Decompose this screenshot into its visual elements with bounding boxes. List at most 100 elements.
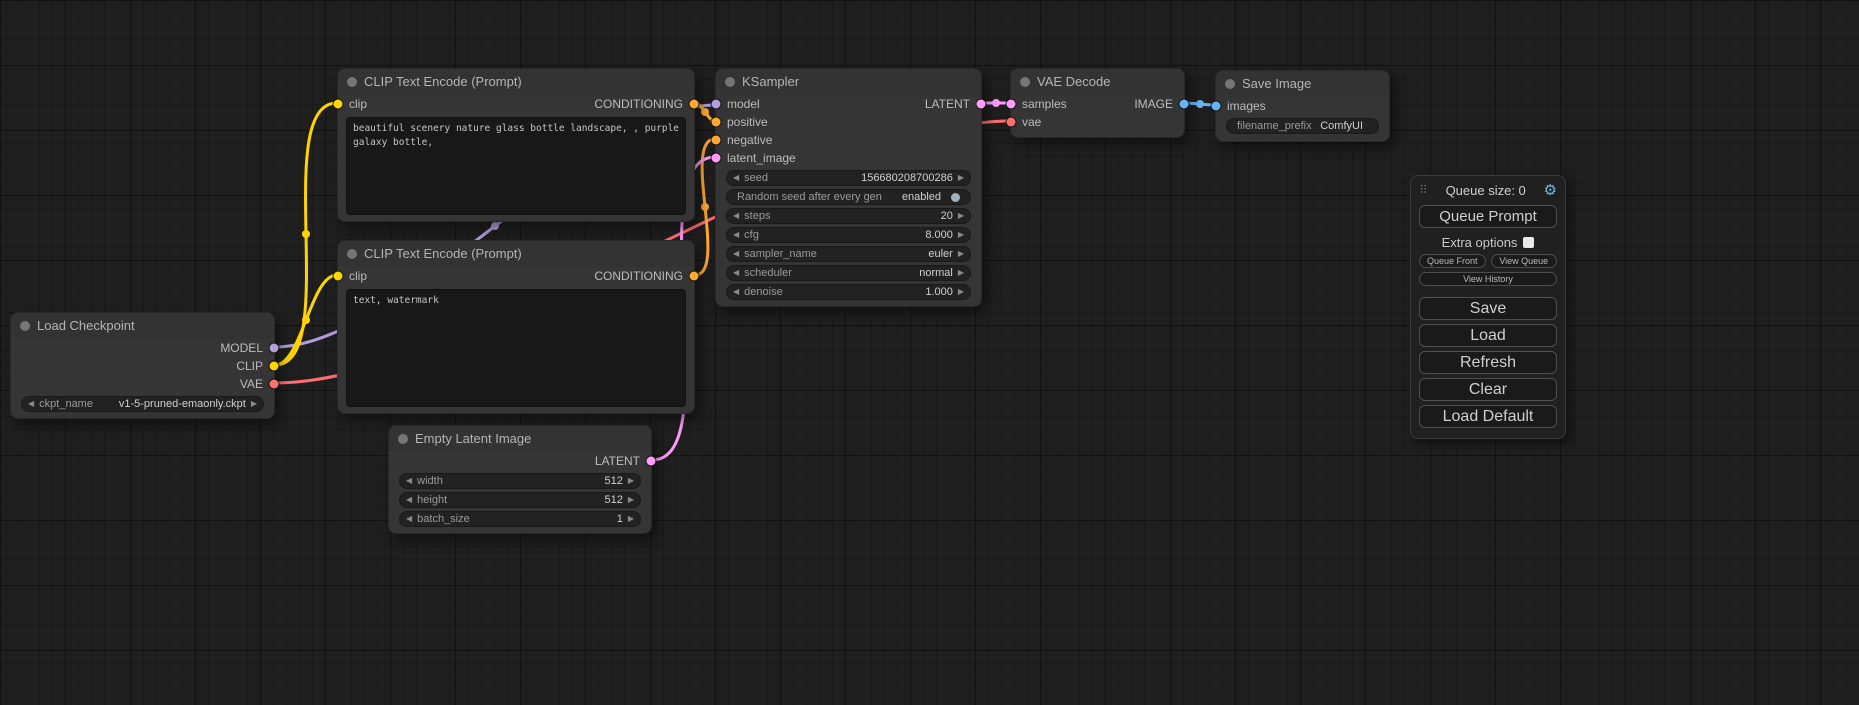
positive-prompt-textarea[interactable]: beautiful scenery nature glass bottle la… [346, 117, 686, 215]
queue-prompt-button[interactable]: Queue Prompt [1419, 205, 1557, 228]
collapse-dot[interactable] [20, 321, 30, 331]
view-history-button[interactable]: View History [1419, 272, 1557, 286]
ckpt-name-combo-widget[interactable]: ckpt_name v1-5-pruned-emaonly.ckpt [21, 396, 264, 412]
node-clip-text-encode-negative[interactable]: CLIP Text Encode (Prompt) clip CONDITION… [337, 240, 695, 414]
output-port-latent[interactable] [647, 457, 656, 466]
input-label-negative: negative [727, 133, 772, 147]
refresh-button[interactable]: Refresh [1419, 351, 1557, 374]
denoise-number-widget[interactable]: denoise 1.000 [726, 284, 971, 300]
increment-arrow-icon[interactable] [958, 171, 964, 185]
output-port-conditioning[interactable] [690, 272, 699, 281]
node-title: Save Image [1242, 76, 1311, 91]
combo-prev-arrow-icon[interactable] [28, 397, 34, 411]
load-default-button[interactable]: Load Default [1419, 405, 1557, 428]
clear-button[interactable]: Clear [1419, 378, 1557, 401]
wire-midpoint-dot-image [1196, 100, 1204, 108]
decrement-arrow-icon[interactable] [406, 474, 412, 488]
input-port-samples[interactable] [1007, 100, 1016, 109]
increment-arrow-icon[interactable] [628, 493, 634, 507]
drag-handle-icon[interactable]: ⠿ [1419, 183, 1428, 197]
cfg-number-widget[interactable]: cfg 8.000 [726, 227, 971, 243]
negative-prompt-textarea[interactable]: text, watermark [346, 289, 686, 407]
input-label-images: images [1227, 99, 1266, 113]
decrement-arrow-icon[interactable] [406, 493, 412, 507]
increment-arrow-icon[interactable] [628, 512, 634, 526]
collapse-dot[interactable] [347, 249, 357, 259]
node-clip-text-encode-positive[interactable]: CLIP Text Encode (Prompt) clip CONDITION… [337, 68, 695, 222]
increment-arrow-icon[interactable] [958, 228, 964, 242]
input-port-positive[interactable] [712, 118, 721, 127]
node-vae-decode[interactable]: VAE Decode samples IMAGE vae [1010, 68, 1185, 138]
collapse-dot[interactable] [725, 77, 735, 87]
output-port-image[interactable] [1180, 100, 1189, 109]
node-save-image[interactable]: Save Image images filename_prefix ComfyU… [1215, 70, 1390, 142]
node-load-checkpoint[interactable]: Load Checkpoint MODEL CLIP VAE ckpt_name… [10, 312, 275, 419]
node-title: KSampler [742, 74, 799, 89]
node-title-bar[interactable]: Save Image [1216, 71, 1389, 97]
input-port-negative[interactable] [712, 136, 721, 145]
output-port-conditioning[interactable] [690, 100, 699, 109]
toggle-knob[interactable] [951, 193, 960, 202]
decrement-arrow-icon[interactable] [406, 512, 412, 526]
node-title: VAE Decode [1037, 74, 1110, 89]
node-title-bar[interactable]: Load Checkpoint [11, 313, 274, 339]
decrement-arrow-icon[interactable] [733, 285, 739, 299]
wire-midpoint-dot-cond1 [701, 108, 709, 116]
input-port-model[interactable] [712, 100, 721, 109]
batch-size-number-widget[interactable]: batch_size 1 [399, 511, 641, 527]
decrement-arrow-icon[interactable] [733, 228, 739, 242]
output-port-model[interactable] [270, 344, 279, 353]
collapse-dot[interactable] [398, 434, 408, 444]
node-title-bar[interactable]: VAE Decode [1011, 69, 1184, 95]
output-port-latent[interactable] [977, 100, 986, 109]
node-title-bar[interactable]: CLIP Text Encode (Prompt) [338, 241, 694, 267]
input-port-vae[interactable] [1007, 118, 1016, 127]
save-button[interactable]: Save [1419, 297, 1557, 320]
increment-arrow-icon[interactable] [958, 209, 964, 223]
input-port-images[interactable] [1212, 102, 1221, 111]
node-empty-latent-image[interactable]: Empty Latent Image LATENT width 512 heig… [388, 425, 652, 534]
widget-value: normal [919, 267, 953, 279]
combo-next-arrow-icon[interactable] [958, 266, 964, 280]
extra-options-checkbox[interactable] [1523, 237, 1534, 248]
collapse-dot[interactable] [1225, 79, 1235, 89]
node-title-bar[interactable]: Empty Latent Image [389, 426, 651, 452]
filename-prefix-text-widget[interactable]: filename_prefix ComfyUI [1226, 118, 1379, 134]
height-number-widget[interactable]: height 512 [399, 492, 641, 508]
input-port-latent-image[interactable] [712, 154, 721, 163]
queue-front-button[interactable]: Queue Front [1419, 254, 1486, 268]
increment-arrow-icon[interactable] [958, 285, 964, 299]
input-port-clip[interactable] [334, 100, 343, 109]
scheduler-combo-widget[interactable]: scheduler normal [726, 265, 971, 281]
node-ksampler[interactable]: KSampler model LATENT positive negative … [715, 68, 982, 307]
combo-prev-arrow-icon[interactable] [733, 247, 739, 261]
sampler-name-combo-widget[interactable]: sampler_name euler [726, 246, 971, 262]
node-title-bar[interactable]: CLIP Text Encode (Prompt) [338, 69, 694, 95]
node-title-bar[interactable]: KSampler [716, 69, 981, 95]
collapse-dot[interactable] [347, 77, 357, 87]
widget-label: cfg [744, 229, 759, 241]
increment-arrow-icon[interactable] [628, 474, 634, 488]
combo-next-arrow-icon[interactable] [251, 397, 257, 411]
view-queue-button[interactable]: View Queue [1491, 254, 1558, 268]
settings-gear-icon[interactable]: ⚙ [1544, 181, 1557, 199]
input-port-clip[interactable] [334, 272, 343, 281]
load-button[interactable]: Load [1419, 324, 1557, 347]
decrement-arrow-icon[interactable] [733, 209, 739, 223]
random-seed-toggle-widget[interactable]: Random seed after every gen enabled [726, 189, 971, 205]
output-label-image: IMAGE [1134, 97, 1173, 111]
combo-prev-arrow-icon[interactable] [733, 266, 739, 280]
seed-number-widget[interactable]: seed 156680208700286 [726, 170, 971, 186]
widget-value: v1-5-pruned-emaonly.ckpt [119, 398, 246, 410]
output-port-clip[interactable] [270, 362, 279, 371]
input-label-samples: samples [1022, 97, 1067, 111]
combo-next-arrow-icon[interactable] [958, 247, 964, 261]
input-label-model: model [727, 97, 760, 111]
node-graph-canvas[interactable]: Load Checkpoint MODEL CLIP VAE ckpt_name… [0, 0, 1859, 705]
output-port-vae[interactable] [270, 380, 279, 389]
width-number-widget[interactable]: width 512 [399, 473, 641, 489]
decrement-arrow-icon[interactable] [733, 171, 739, 185]
collapse-dot[interactable] [1020, 77, 1030, 87]
steps-number-widget[interactable]: steps 20 [726, 208, 971, 224]
wire-midpoint-dot-cond2 [701, 203, 709, 211]
